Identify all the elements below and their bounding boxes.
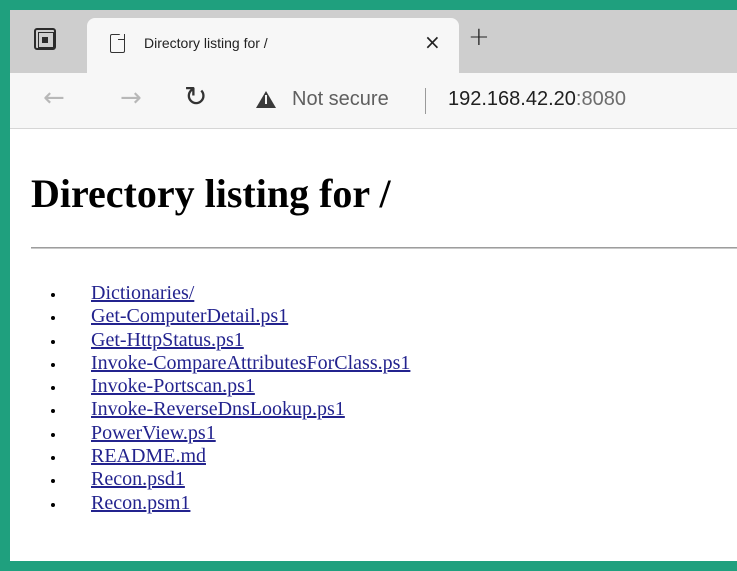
list-item: Invoke-ReverseDnsLookup.ps1 bbox=[66, 398, 410, 421]
browser-window: Directory listing for / × + ← → ↻ Not se… bbox=[10, 10, 737, 561]
page-title: Directory listing for / bbox=[31, 171, 391, 216]
close-tab-icon[interactable]: × bbox=[424, 29, 441, 55]
list-item: Recon.psm1 bbox=[66, 492, 410, 515]
page-fold-icon bbox=[118, 34, 125, 40]
list-item: Get-HttpStatus.ps1 bbox=[66, 329, 410, 352]
list-item: README.md bbox=[66, 445, 410, 468]
address-divider bbox=[425, 88, 426, 114]
warning-mark bbox=[265, 95, 267, 104]
file-link-invoke-portscan[interactable]: Invoke-Portscan.ps1 bbox=[91, 375, 255, 397]
file-link-get-httpstatus[interactable]: Get-HttpStatus.ps1 bbox=[91, 329, 244, 351]
file-link-invoke-reversednslookup[interactable]: Invoke-ReverseDnsLookup.ps1 bbox=[91, 398, 345, 420]
horizontal-rule bbox=[31, 247, 737, 249]
file-link-readme[interactable]: README.md bbox=[91, 445, 206, 467]
url-field[interactable]: 192.168.42.20:8080 bbox=[448, 88, 626, 111]
active-tab[interactable]: Directory listing for / × bbox=[87, 18, 459, 73]
new-tab-icon[interactable]: + bbox=[468, 23, 490, 51]
url-host: 192.168.42.20 bbox=[448, 88, 576, 110]
file-link-recon-psm1[interactable]: Recon.psm1 bbox=[91, 492, 190, 514]
address-toolbar: ← → ↻ Not secure 192.168.42.20:8080 bbox=[10, 73, 737, 129]
tab-strip: Directory listing for / × + bbox=[10, 10, 737, 73]
list-item: Invoke-Portscan.ps1 bbox=[66, 375, 410, 398]
tab-title: Directory listing for / bbox=[144, 35, 268, 51]
list-item: Invoke-CompareAttributesForClass.ps1 bbox=[66, 352, 410, 375]
security-status[interactable]: Not secure bbox=[292, 88, 389, 111]
list-item: Get-ComputerDetail.ps1 bbox=[66, 305, 410, 328]
forward-arrow-icon[interactable]: → bbox=[120, 83, 142, 113]
tab-actions-icon[interactable] bbox=[34, 28, 56, 50]
file-list: Dictionaries/ Get-ComputerDetail.ps1 Get… bbox=[66, 282, 410, 515]
file-link-get-computerdetail[interactable]: Get-ComputerDetail.ps1 bbox=[91, 305, 288, 327]
list-item: PowerView.ps1 bbox=[66, 422, 410, 445]
file-link-recon-psd1[interactable]: Recon.psd1 bbox=[91, 468, 185, 490]
list-item: Dictionaries/ bbox=[66, 282, 410, 305]
page-content: Directory listing for / Dictionaries/ Ge… bbox=[10, 130, 737, 561]
reload-icon[interactable]: ↻ bbox=[184, 81, 207, 113]
file-link-invoke-compareattributes[interactable]: Invoke-CompareAttributesForClass.ps1 bbox=[91, 352, 410, 374]
file-link-powerview[interactable]: PowerView.ps1 bbox=[91, 422, 216, 444]
file-link-dictionaries[interactable]: Dictionaries/ bbox=[91, 282, 194, 304]
list-item: Recon.psd1 bbox=[66, 468, 410, 491]
back-arrow-icon[interactable]: ← bbox=[43, 83, 65, 113]
url-port: :8080 bbox=[575, 88, 626, 110]
